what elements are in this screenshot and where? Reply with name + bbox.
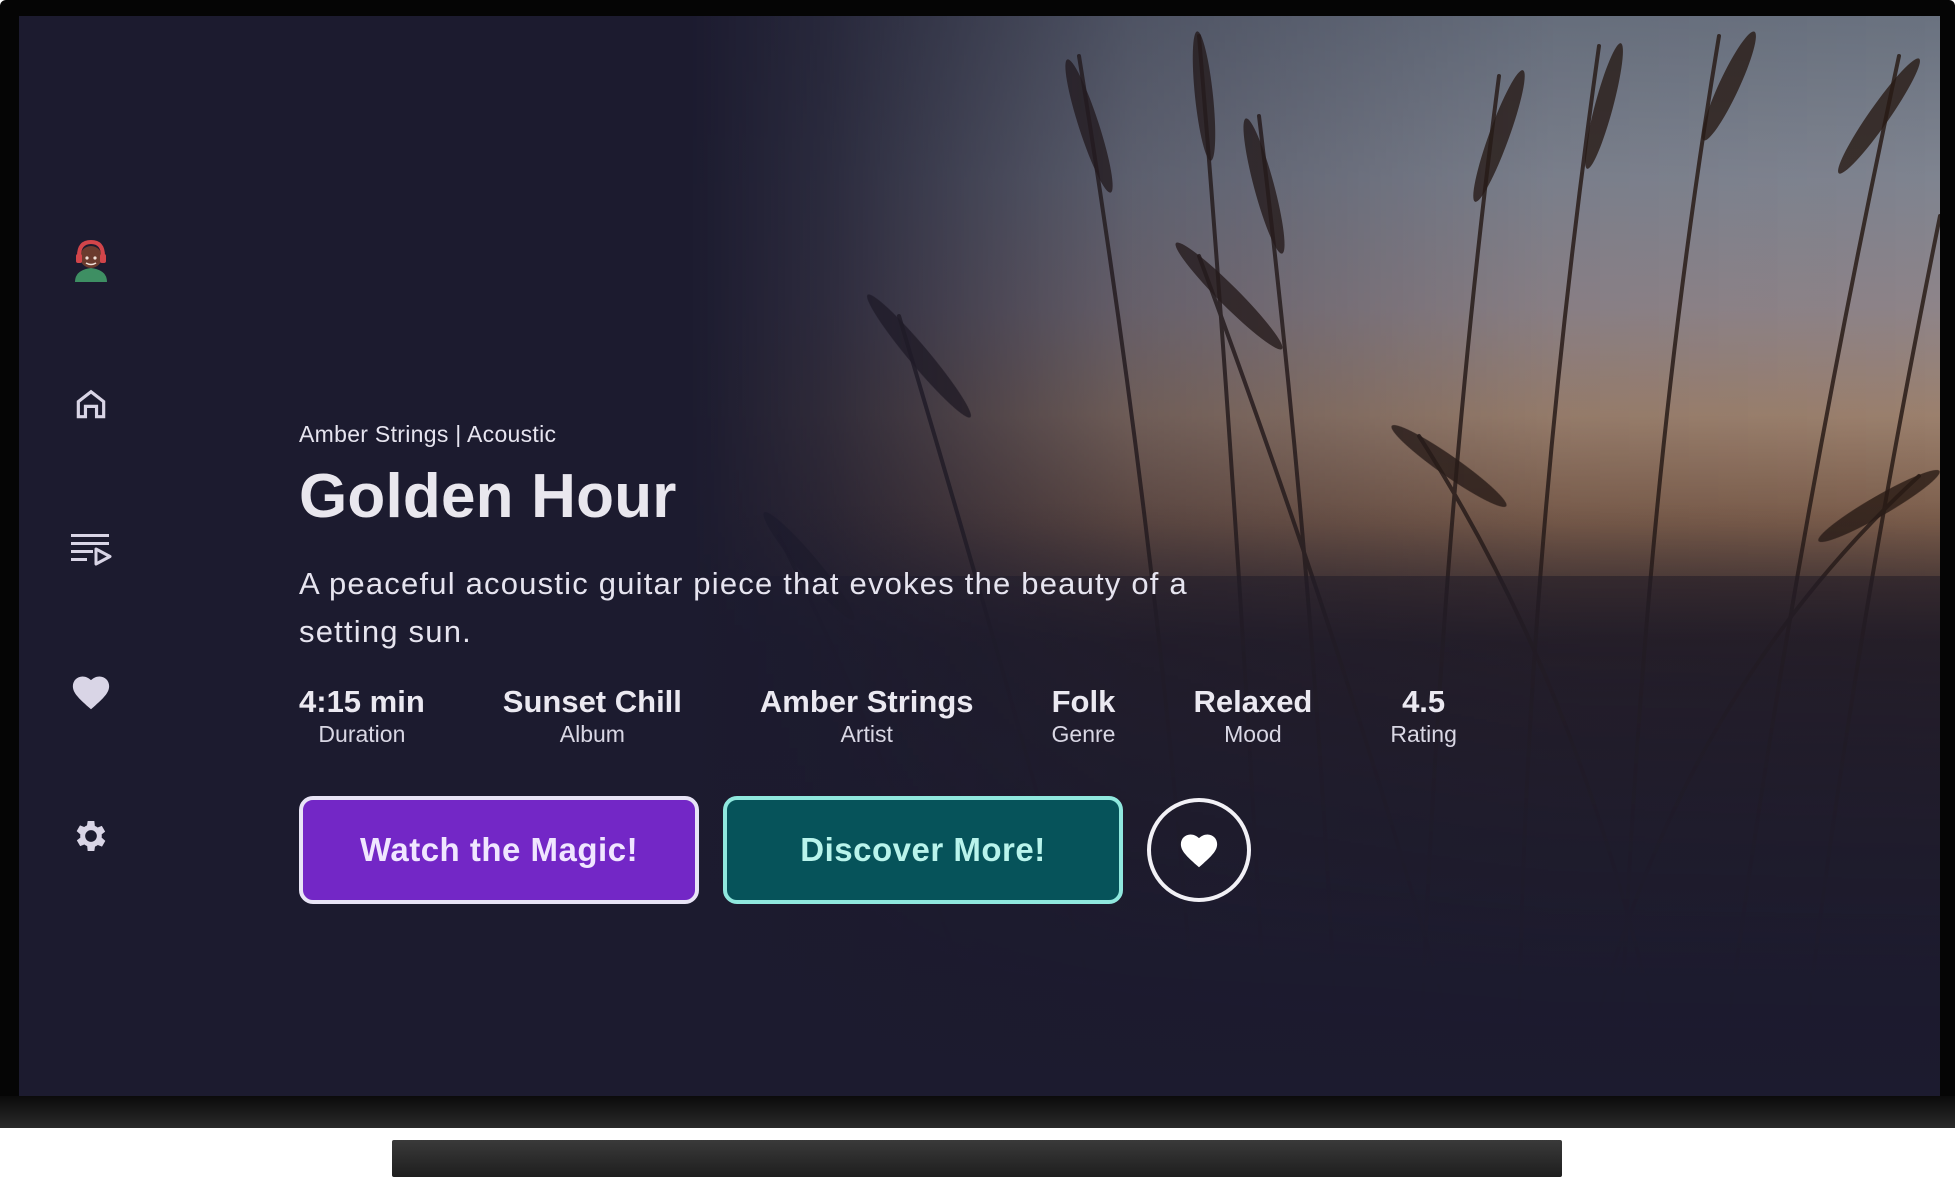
avatar-icon [75,239,107,282]
heart-icon [72,676,110,710]
discover-button[interactable]: Discover More! [723,796,1123,904]
stat-label: Artist [840,721,893,747]
stat-duration: 4:15 min Duration [299,684,425,748]
track-stats: 4:15 min Duration Sunset Chill Album Amb… [299,684,1599,748]
featured-content: Amber Strings | Acoustic Golden Hour A p… [299,420,1599,904]
stat-label: Rating [1390,721,1457,747]
stat-label: Duration [318,721,406,747]
stat-value: Relaxed [1193,684,1313,719]
stat-value: Folk [1051,684,1116,719]
gear-icon [76,821,106,851]
stat-label: Album [559,721,625,747]
action-row: Watch the Magic! Discover More! [299,796,1599,904]
stat-value: Sunset Chill [502,684,682,719]
heart-icon [1180,834,1218,868]
nav-playlist[interactable] [69,526,113,570]
tv-bezel [0,1096,1955,1128]
tv-screen: Amber Strings | Acoustic Golden Hour A p… [19,16,1940,1096]
nav-rail [19,16,159,1096]
watch-button[interactable]: Watch the Magic! [299,796,699,904]
stat-label: Mood [1224,721,1282,747]
stat-rating: 4.5 Rating [1390,684,1456,748]
stat-artist: Amber Strings Artist [760,684,974,748]
stat-value: 4:15 min [299,684,425,719]
nav-settings[interactable] [69,814,113,858]
home-icon [76,389,106,419]
track-subtitle: Amber Strings | Acoustic [299,421,557,447]
stat-mood: Relaxed Mood [1193,684,1312,748]
stat-genre: Folk Genre [1052,684,1116,748]
track-title: Golden Hour [299,462,677,531]
stat-value: 4.5 [1402,684,1446,719]
stat-album: Sunset Chill Album [503,684,682,748]
stat-label: Genre [1051,721,1116,747]
nav-home[interactable] [69,382,113,426]
track-description: A peaceful acoustic guitar piece that ev… [299,566,1188,649]
favorite-button[interactable] [1147,798,1251,902]
playlist-icon [71,534,112,566]
profile-avatar[interactable] [69,238,113,282]
nav-favorites[interactable] [69,670,113,714]
tv-stand [392,1140,1562,1177]
stat-value: Amber Strings [759,684,974,719]
